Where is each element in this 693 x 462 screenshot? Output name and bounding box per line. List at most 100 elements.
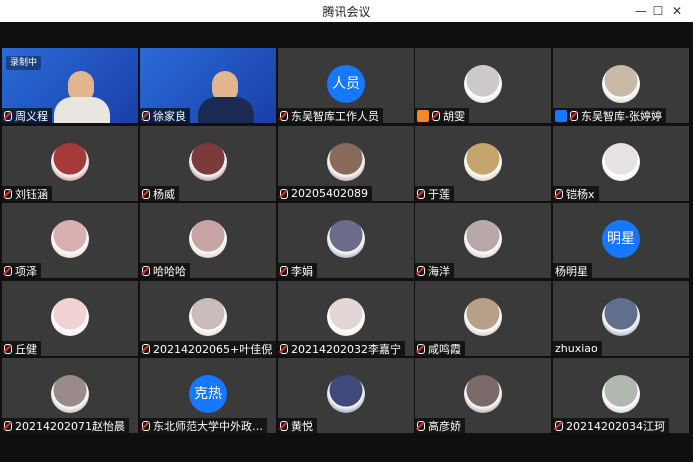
participant-tile[interactable]: 高彦娇 xyxy=(415,358,551,433)
participant-tile[interactable]: 刘钰涵 xyxy=(2,126,138,201)
participant-name: 刘钰涵 xyxy=(15,187,48,201)
mic-muted-icon xyxy=(280,110,288,121)
participant-name: 东吴智库工作人员 xyxy=(291,109,379,123)
speaker-figure xyxy=(54,71,110,123)
participant-video-tile[interactable]: 徐家良 xyxy=(140,48,276,123)
avatar xyxy=(464,375,502,413)
name-plate: 20214202065+叶佳倪 xyxy=(140,341,276,356)
speaker-figure xyxy=(198,71,254,123)
participant-tile[interactable]: 李娟 xyxy=(278,203,414,278)
mic-muted-icon xyxy=(417,188,425,199)
participant-tile[interactable]: 克热 东北师范大学中外政… xyxy=(140,358,276,433)
avatar xyxy=(189,143,227,181)
participant-name: 20214202071赵怡晨 xyxy=(15,419,125,433)
mic-muted-icon xyxy=(555,420,563,431)
avatar xyxy=(602,298,640,336)
participant-tile[interactable]: 海洋 xyxy=(415,203,551,278)
avatar xyxy=(327,220,365,258)
avatar xyxy=(327,375,365,413)
text-avatar: 人员 xyxy=(327,65,365,103)
participant-name: 东吴智库-张婷婷 xyxy=(581,109,662,123)
name-plate: 胡雯 xyxy=(415,108,469,123)
minimize-button[interactable]: — xyxy=(632,2,650,20)
participant-tile[interactable]: 铠杨x xyxy=(553,126,689,201)
mic-muted-icon xyxy=(280,265,288,276)
participant-tile[interactable]: 杨威 xyxy=(140,126,276,201)
mic-muted-icon xyxy=(142,420,150,431)
close-button[interactable]: ✕ xyxy=(668,2,686,20)
name-plate: 项泽 xyxy=(2,263,41,278)
participant-name: 徐家良 xyxy=(153,109,186,123)
name-plate: 丘健 xyxy=(2,341,41,356)
name-plate: 徐家良 xyxy=(140,108,190,123)
participant-tile[interactable]: 20214202034江珂 xyxy=(553,358,689,433)
name-plate: 于莲 xyxy=(415,186,454,201)
participant-name: 丘健 xyxy=(15,342,37,356)
participant-name: zhuxiao xyxy=(555,342,598,355)
avatar xyxy=(327,143,365,181)
maximize-button[interactable]: ☐ xyxy=(649,2,667,20)
name-plate: 杨威 xyxy=(140,186,179,201)
name-plate: 20214202071赵怡晨 xyxy=(2,418,129,433)
mic-muted-icon xyxy=(280,343,288,354)
mic-muted-icon xyxy=(570,110,578,121)
participant-name: 于莲 xyxy=(428,187,450,201)
participant-video-tile[interactable]: 录制中 周义程 xyxy=(2,48,138,123)
participant-tile[interactable]: 咸鸣霞 xyxy=(415,281,551,356)
participant-name: 20214202065+叶佳倪 xyxy=(153,342,273,356)
recording-badge: 录制中 xyxy=(6,56,42,70)
mic-muted-icon xyxy=(4,420,12,431)
name-plate: 东吴智库-张婷婷 xyxy=(553,108,666,123)
avatar xyxy=(602,65,640,103)
participant-tile[interactable]: 丘健 xyxy=(2,281,138,356)
mic-muted-icon xyxy=(280,420,288,431)
mic-muted-icon xyxy=(555,188,563,199)
participant-tile[interactable]: 20214202032李嘉宁 xyxy=(278,281,414,356)
participant-tile[interactable]: 胡雯 xyxy=(415,48,551,123)
name-plate: 20205402089 xyxy=(278,186,372,201)
participant-tile[interactable]: 哈哈哈 xyxy=(140,203,276,278)
participant-name: 20214202032李嘉宁 xyxy=(291,342,401,356)
avatar xyxy=(189,220,227,258)
participant-tile[interactable]: 于莲 xyxy=(415,126,551,201)
name-plate: 海洋 xyxy=(415,263,454,278)
participant-tile[interactable]: 东吴智库-张婷婷 xyxy=(553,48,689,123)
participant-tile[interactable]: zhuxiao xyxy=(553,281,689,356)
name-plate: 东北师范大学中外政… xyxy=(140,418,267,433)
participant-tile[interactable]: 明星 杨明星 xyxy=(553,203,689,278)
participant-tile[interactable]: 20214202071赵怡晨 xyxy=(2,358,138,433)
mic-muted-icon xyxy=(4,343,12,354)
avatar xyxy=(327,298,365,336)
participant-tile[interactable]: 项泽 xyxy=(2,203,138,278)
window-title: 腾讯会议 xyxy=(322,5,371,19)
avatar xyxy=(51,220,89,258)
user-badge-icon xyxy=(417,109,429,122)
avatar xyxy=(464,298,502,336)
avatar xyxy=(51,375,89,413)
name-plate: 咸鸣霞 xyxy=(415,341,465,356)
name-plate: 高彦娇 xyxy=(415,418,465,433)
name-plate: 哈哈哈 xyxy=(140,263,190,278)
mic-muted-icon xyxy=(4,265,12,276)
mic-muted-icon xyxy=(142,110,150,121)
mic-muted-icon xyxy=(432,110,440,121)
participant-tile[interactable]: 人员东吴智库工作人员 xyxy=(278,48,414,123)
name-plate: 黄悦 xyxy=(278,418,317,433)
mic-muted-icon xyxy=(142,343,150,354)
participant-tile[interactable]: 20214202065+叶佳倪 xyxy=(140,281,276,356)
avatar xyxy=(464,65,502,103)
name-plate: 20214202032李嘉宁 xyxy=(278,341,405,356)
participant-tile[interactable]: 黄悦 xyxy=(278,358,414,433)
avatar xyxy=(51,143,89,181)
name-plate: 周义程 xyxy=(2,108,52,123)
mic-muted-icon xyxy=(417,265,425,276)
name-plate: 东吴智库工作人员 xyxy=(278,108,383,123)
participant-name: 项泽 xyxy=(15,264,37,278)
mic-muted-icon xyxy=(417,343,425,354)
participant-name: 咸鸣霞 xyxy=(428,342,461,356)
participant-name: 东北师范大学中外政… xyxy=(153,419,263,433)
avatar xyxy=(464,143,502,181)
avatar xyxy=(189,298,227,336)
participant-name: 黄悦 xyxy=(291,419,313,433)
participant-tile[interactable]: 20205402089 xyxy=(278,126,414,201)
